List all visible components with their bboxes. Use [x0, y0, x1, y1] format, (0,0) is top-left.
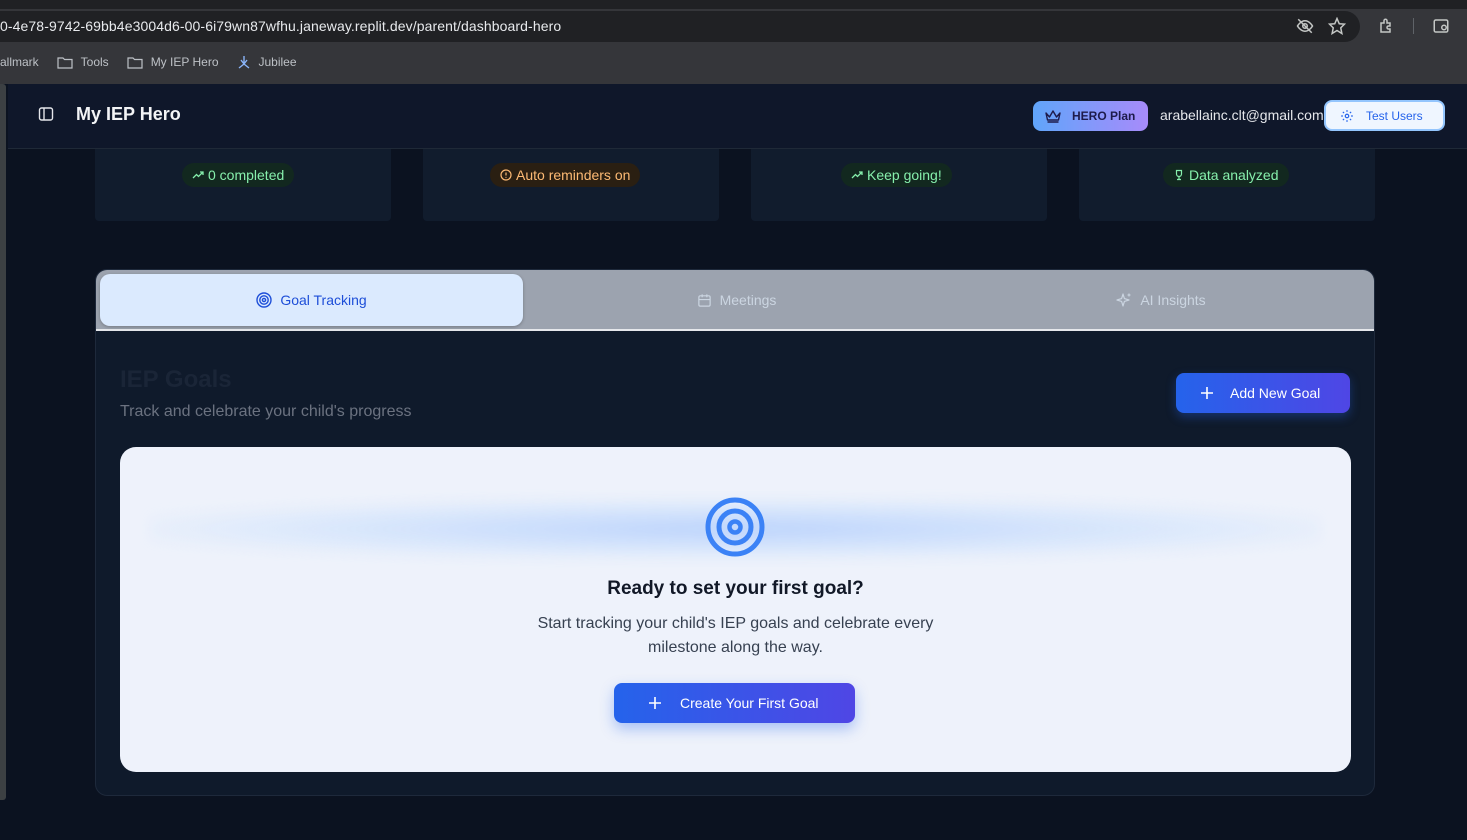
bookmark-star-icon[interactable] — [1327, 16, 1347, 37]
calendar-icon — [697, 293, 711, 307]
bookmark-item[interactable]: allmark — [0, 55, 39, 69]
test-users-label: Test Users — [1366, 108, 1423, 123]
address-bar[interactable]: 0-4e78-9742-69bb4e3004d6-00-6i79wn87wfhu… — [0, 11, 1360, 42]
tab-meetings[interactable]: Meetings — [523, 274, 950, 326]
empty-state-card: Ready to set your first goal? Start trac… — [120, 447, 1351, 772]
folder-icon — [127, 56, 143, 69]
plan-badge[interactable]: HERO Plan — [1033, 101, 1148, 131]
status-badge-label: Keep going! — [867, 167, 942, 183]
plus-icon — [1201, 387, 1213, 399]
scrollbar-left[interactable] — [0, 84, 6, 800]
jubilee-logo-icon — [238, 56, 249, 69]
trending-up-icon — [851, 171, 863, 179]
stat-card-insights: Data analyzed — [1079, 149, 1375, 221]
trending-up-icon — [192, 171, 204, 179]
alert-circle-icon — [500, 169, 512, 181]
status-badge: Keep going! — [841, 163, 952, 187]
bookmark-label: allmark — [0, 55, 39, 69]
bookmark-jubilee[interactable]: Jubilee — [237, 55, 297, 69]
status-badge-label: Auto reminders on — [516, 167, 631, 183]
tab-bar: Goal Tracking Meetings AI Insights — [96, 270, 1374, 331]
trophy-icon — [1175, 169, 1183, 181]
tab-strip — [0, 0, 1467, 9]
goals-panel: Goal Tracking Meetings AI Insights IEP G… — [95, 269, 1375, 796]
add-new-goal-label: Add New Goal — [1230, 385, 1321, 401]
test-users-button[interactable]: Test Users — [1324, 100, 1445, 131]
tab-goal-tracking[interactable]: Goal Tracking — [100, 274, 523, 326]
target-icon — [256, 292, 273, 308]
browser-chrome: 0-4e78-9742-69bb4e3004d6-00-6i79wn87wfhu… — [0, 0, 1467, 84]
section-subtitle: Track and celebrate your child's progres… — [120, 403, 412, 420]
status-badge-label: 0 completed — [208, 167, 285, 183]
status-badge: Auto reminders on — [490, 163, 641, 187]
create-first-goal-button[interactable]: Create Your First Goal — [614, 683, 855, 723]
empty-state-title: Ready to set your first goal? — [607, 578, 864, 599]
tab-label: Meetings — [719, 292, 777, 308]
plan-label: HERO Plan — [1072, 109, 1136, 123]
tab-ai-insights[interactable]: AI Insights — [950, 274, 1372, 326]
section-title: IEP Goals — [120, 366, 232, 393]
stat-card-progress: Keep going! — [751, 149, 1047, 221]
toolbar-divider — [1413, 18, 1414, 34]
crown-icon — [1045, 110, 1061, 123]
side-panel-search-icon[interactable] — [1431, 17, 1451, 37]
create-first-goal-label: Create Your First Goal — [680, 695, 819, 711]
stat-card-reminders: Auto reminders on — [423, 149, 719, 221]
target-icon — [705, 497, 765, 557]
eye-off-icon[interactable] — [1295, 17, 1315, 37]
status-badge: Data analyzed — [1163, 163, 1289, 187]
bookmark-label: Jubilee — [258, 55, 297, 69]
extensions-icon[interactable] — [1377, 17, 1397, 37]
bookmark-folder-my-iep-hero[interactable]: My IEP Hero — [127, 55, 219, 69]
add-new-goal-button[interactable]: Add New Goal — [1176, 373, 1350, 413]
bookmarks-bar: allmark Tools My IEP Hero Jubilee — [0, 52, 315, 72]
app-header: My IEP Hero HERO Plan arabellainc.clt@gm… — [8, 84, 1467, 149]
url-text[interactable]: 0-4e78-9742-69bb4e3004d6-00-6i79wn87wfhu… — [0, 18, 561, 34]
user-email: arabellainc.clt@gmail.com — [1160, 107, 1324, 123]
plus-icon — [649, 697, 661, 709]
status-badge-label: Data analyzed — [1189, 167, 1279, 183]
empty-state-description: Start tracking your child's IEP goals an… — [537, 615, 934, 656]
tab-label: AI Insights — [1140, 292, 1206, 308]
bookmark-folder-tools[interactable]: Tools — [57, 55, 109, 69]
tab-label: Goal Tracking — [280, 292, 367, 308]
status-badge: 0 completed — [182, 163, 295, 187]
stat-card-completed: 0 completed — [95, 149, 391, 221]
gear-icon — [1341, 109, 1353, 122]
sidebar-toggle-icon[interactable] — [38, 106, 54, 122]
sparkles-icon — [1116, 293, 1131, 307]
app-title: My IEP Hero — [76, 104, 181, 124]
bookmark-label: Tools — [80, 55, 109, 69]
bookmark-label: My IEP Hero — [150, 55, 219, 69]
folder-icon — [57, 56, 73, 69]
